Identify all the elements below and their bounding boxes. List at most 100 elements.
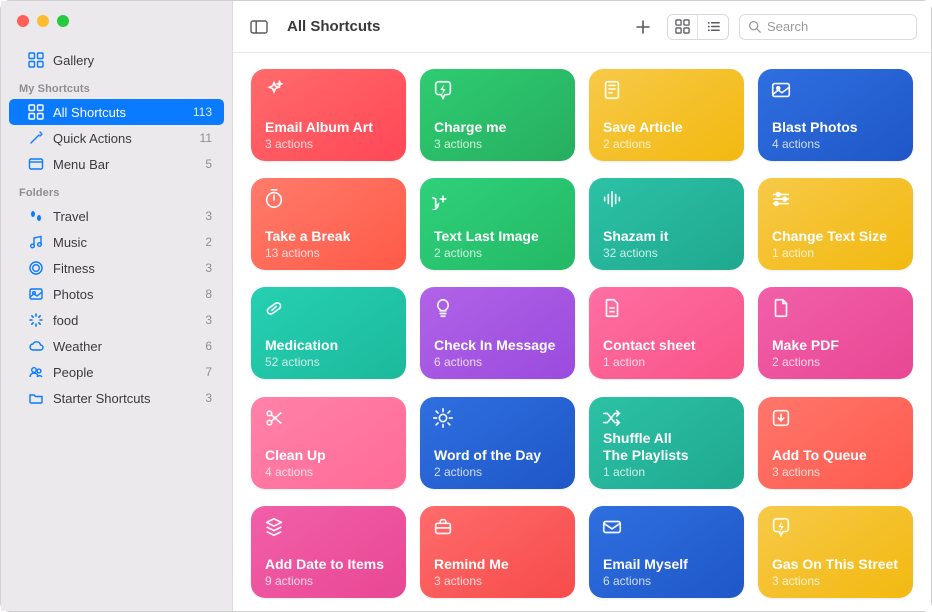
pill-icon xyxy=(263,297,285,319)
shortcut-title: Text Last Image xyxy=(434,228,561,244)
sidebar-item-count: 5 xyxy=(205,157,212,171)
grid-icon xyxy=(27,103,45,121)
sidebar-item-count: 2 xyxy=(205,235,212,249)
shortcut-card[interactable]: Medication52 actions xyxy=(251,287,406,379)
sidebar-item-count: 113 xyxy=(193,105,212,119)
sidebar-item-starter-shortcuts[interactable]: Starter Shortcuts 3 xyxy=(9,385,224,411)
footprints-icon xyxy=(27,207,45,225)
article-icon xyxy=(601,79,623,101)
shortcut-subtitle: 4 actions xyxy=(265,465,392,479)
shortcut-card[interactable]: Remind Me3 actions xyxy=(420,506,575,598)
grid2x2-icon xyxy=(27,51,45,69)
shortcut-card[interactable]: Email Album Art3 actions xyxy=(251,69,406,161)
shortcut-subtitle: 6 actions xyxy=(603,574,730,588)
shortcut-card[interactable]: Contact sheet1 action xyxy=(589,287,744,379)
shortcut-card[interactable]: Save Article 2 actions xyxy=(589,69,744,161)
sidebar-item-gallery[interactable]: Gallery xyxy=(9,47,224,73)
sidebar-item-label: Fitness xyxy=(53,261,197,276)
shortcut-title: Clean Up xyxy=(265,447,392,463)
wand-icon xyxy=(27,129,45,147)
shortcut-subtitle: 32 actions xyxy=(603,246,730,260)
sidebar-item-label: Photos xyxy=(53,287,197,302)
shortcut-card[interactable]: Text Last Image 2 actions xyxy=(420,178,575,270)
shortcut-title: Take a Break xyxy=(265,228,392,244)
view-mode-segmented xyxy=(667,14,729,40)
shortcut-subtitle: 2 actions xyxy=(434,465,561,479)
fullscreen-window-button[interactable] xyxy=(57,15,69,27)
image-icon xyxy=(770,79,792,101)
shortcut-title: Gas On This Street xyxy=(772,556,899,572)
new-shortcut-button[interactable] xyxy=(629,15,657,39)
shortcut-subtitle: 3 actions xyxy=(434,574,561,588)
shortcut-card[interactable]: Add Date to Items9 actions xyxy=(251,506,406,598)
sidebar: Gallery My Shortcuts All Shortcuts113Qui… xyxy=(1,1,233,611)
sidebar-item-count: 7 xyxy=(205,365,212,379)
shortcut-title: Make PDF xyxy=(772,337,899,353)
spinner-icon xyxy=(27,311,45,329)
shortcut-card[interactable]: Add To Queue3 actions xyxy=(758,397,913,489)
shortcut-title: Blast Photos xyxy=(772,119,899,135)
shortcut-title: Shuffle AllThe Playlists xyxy=(603,430,730,462)
envelope-icon xyxy=(601,516,623,538)
shortcut-card[interactable]: Check In Message6 actions xyxy=(420,287,575,379)
shortcut-card[interactable]: Change Text Size1 action xyxy=(758,178,913,270)
sidebar-item-count: 11 xyxy=(200,131,212,145)
shortcut-card[interactable]: Charge me3 actions xyxy=(420,69,575,161)
sidebar-item-weather[interactable]: Weather 6 xyxy=(9,333,224,359)
sidebar-item-label: Gallery xyxy=(53,53,212,68)
shortcut-card[interactable]: Take a Break 13 actions xyxy=(251,178,406,270)
sidebar-item-menu-bar[interactable]: Menu Bar5 xyxy=(9,151,224,177)
toggle-sidebar-button[interactable] xyxy=(245,15,273,39)
sidebar-item-food[interactable]: food 3 xyxy=(9,307,224,333)
sidebar-item-label: Starter Shortcuts xyxy=(53,391,197,406)
scissors-icon xyxy=(263,407,285,429)
shortcut-title: Contact sheet xyxy=(603,337,730,353)
sidebar-item-all-shortcuts[interactable]: All Shortcuts113 xyxy=(9,99,224,125)
shortcut-subtitle: 2 actions xyxy=(603,137,730,151)
sidebar-item-photos[interactable]: Photos 8 xyxy=(9,281,224,307)
shortcut-title: Save Article xyxy=(603,119,730,135)
sidebar-item-count: 3 xyxy=(205,391,212,405)
list-view-button[interactable] xyxy=(698,15,728,39)
shortcut-card[interactable]: Word of the Day 2 actions xyxy=(420,397,575,489)
minimize-window-button[interactable] xyxy=(37,15,49,27)
shortcut-card[interactable]: Gas On This Street 3 actions xyxy=(758,506,913,598)
doc-icon xyxy=(601,297,623,319)
shortcut-card[interactable]: Make PDF2 actions xyxy=(758,287,913,379)
shortcut-subtitle: 2 actions xyxy=(434,246,561,260)
bolt-badge-icon xyxy=(432,79,454,101)
shortcuts-grid: Email Album Art3 actionsCharge me3 actio… xyxy=(233,53,931,611)
shortcut-card[interactable]: Shuffle AllThe Playlists1 action xyxy=(589,397,744,489)
sidebar-item-fitness[interactable]: Fitness3 xyxy=(9,255,224,281)
shortcut-card[interactable]: Shazam it 32 actions xyxy=(589,178,744,270)
sidebar-item-count: 3 xyxy=(205,313,212,327)
shortcut-title: Email Myself xyxy=(603,556,730,572)
close-window-button[interactable] xyxy=(17,15,29,27)
sidebar-item-count: 6 xyxy=(205,339,212,353)
sidebar-item-count: 8 xyxy=(205,287,212,301)
sidebar-item-people[interactable]: People7 xyxy=(9,359,224,385)
sidebar-item-label: Weather xyxy=(53,339,197,354)
grid-view-button[interactable] xyxy=(668,15,698,39)
toolbar: All Shortcuts xyxy=(233,1,931,53)
shortcut-title: Medication xyxy=(265,337,392,353)
shortcut-card[interactable]: Blast Photos4 actions xyxy=(758,69,913,161)
shortcut-subtitle: 3 actions xyxy=(434,137,561,151)
shortcut-title: Word of the Day xyxy=(434,447,561,463)
sidebar-item-quick-actions[interactable]: Quick Actions11 xyxy=(9,125,224,151)
shortcut-subtitle: 3 actions xyxy=(772,574,899,588)
bolt-badge-icon xyxy=(770,516,792,538)
bubble-plus-icon xyxy=(432,188,454,210)
shortcut-card[interactable]: Email Myself 6 actions xyxy=(589,506,744,598)
sidebar-item-music[interactable]: Music2 xyxy=(9,229,224,255)
people-icon xyxy=(27,363,45,381)
shortcut-title: Add To Queue xyxy=(772,447,899,463)
search-input[interactable] xyxy=(767,19,932,34)
shortcut-subtitle: 1 action xyxy=(772,246,899,260)
search-field[interactable] xyxy=(739,14,917,40)
sidebar-item-travel[interactable]: Travel3 xyxy=(9,203,224,229)
shortcut-title: Shazam it xyxy=(603,228,730,244)
shortcut-card[interactable]: Clean Up 4 actions xyxy=(251,397,406,489)
shortcut-subtitle: 13 actions xyxy=(265,246,392,260)
sidebar-item-label: food xyxy=(53,313,197,328)
